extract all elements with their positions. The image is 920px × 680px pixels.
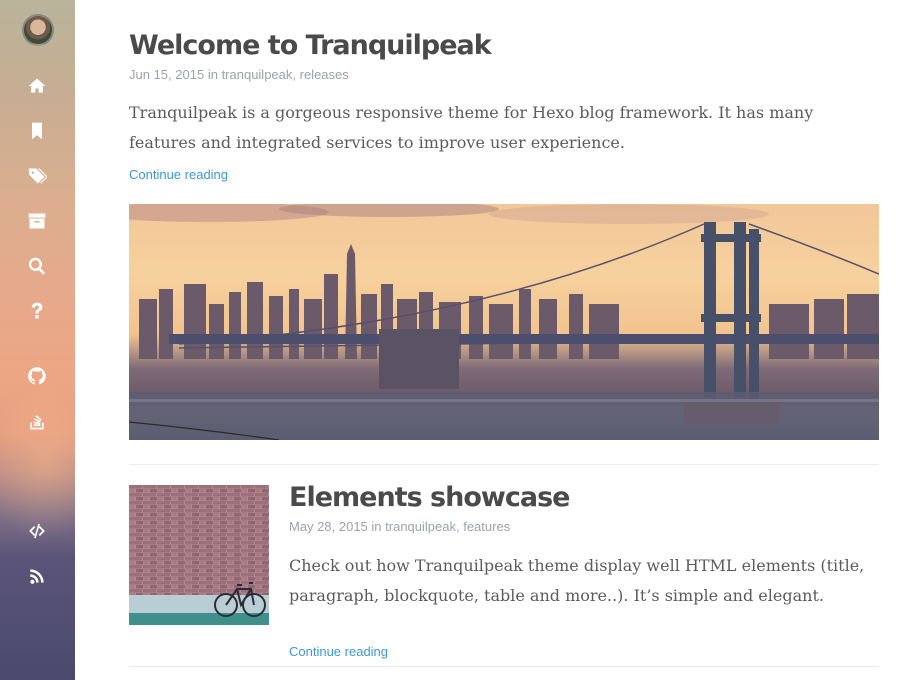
continue-reading-link[interactable]: Continue reading: [289, 644, 388, 659]
post-meta: May 28, 2015 in tranquilpeak, features: [289, 519, 510, 534]
post-date: Jun 15, 2015: [129, 67, 205, 82]
category-link[interactable]: releases: [300, 67, 349, 82]
bookmark-icon[interactable]: [25, 119, 49, 143]
stack-overflow-icon[interactable]: [25, 409, 49, 433]
post-title[interactable]: Welcome to Tranquilpeak: [129, 30, 492, 61]
post-excerpt: Tranquilpeak is a gorgeous responsive th…: [129, 103, 814, 152]
post-title[interactable]: Elements showcase: [289, 482, 570, 513]
sidebar: [0, 0, 75, 680]
archive-icon[interactable]: [25, 209, 49, 233]
post-meta-in: in: [207, 67, 218, 82]
avatar[interactable]: [22, 14, 54, 46]
post-excerpt: Check out how Tranquilpeak theme display…: [289, 556, 865, 605]
post-thumbnail[interactable]: [129, 485, 269, 625]
rss-icon[interactable]: [25, 564, 49, 588]
question-icon[interactable]: [25, 299, 49, 323]
post-cover-image[interactable]: [129, 204, 879, 440]
post-divider: [129, 666, 879, 667]
post-meta-in: in: [371, 519, 382, 534]
category-link[interactable]: features: [463, 519, 510, 534]
post-meta: Jun 15, 2015 in tranquilpeak, releases: [129, 67, 349, 82]
search-icon[interactable]: [25, 254, 49, 278]
post-divider: [129, 464, 879, 465]
github-icon[interactable]: [25, 364, 49, 388]
continue-reading-link[interactable]: Continue reading: [129, 167, 228, 182]
category-link[interactable]: tranquilpeak: [385, 519, 456, 534]
post-date: May 28, 2015: [289, 519, 368, 534]
category-separator: ,: [292, 67, 300, 82]
bicycle-brick-wall-illustration: [129, 485, 269, 625]
sidebar-background-glow: [0, 380, 75, 540]
category-link[interactable]: tranquilpeak: [222, 67, 293, 82]
code-icon[interactable]: [25, 519, 49, 543]
tags-icon[interactable]: [25, 164, 49, 188]
bridge-skyline-illustration: [129, 204, 879, 440]
home-icon[interactable]: [25, 74, 49, 98]
